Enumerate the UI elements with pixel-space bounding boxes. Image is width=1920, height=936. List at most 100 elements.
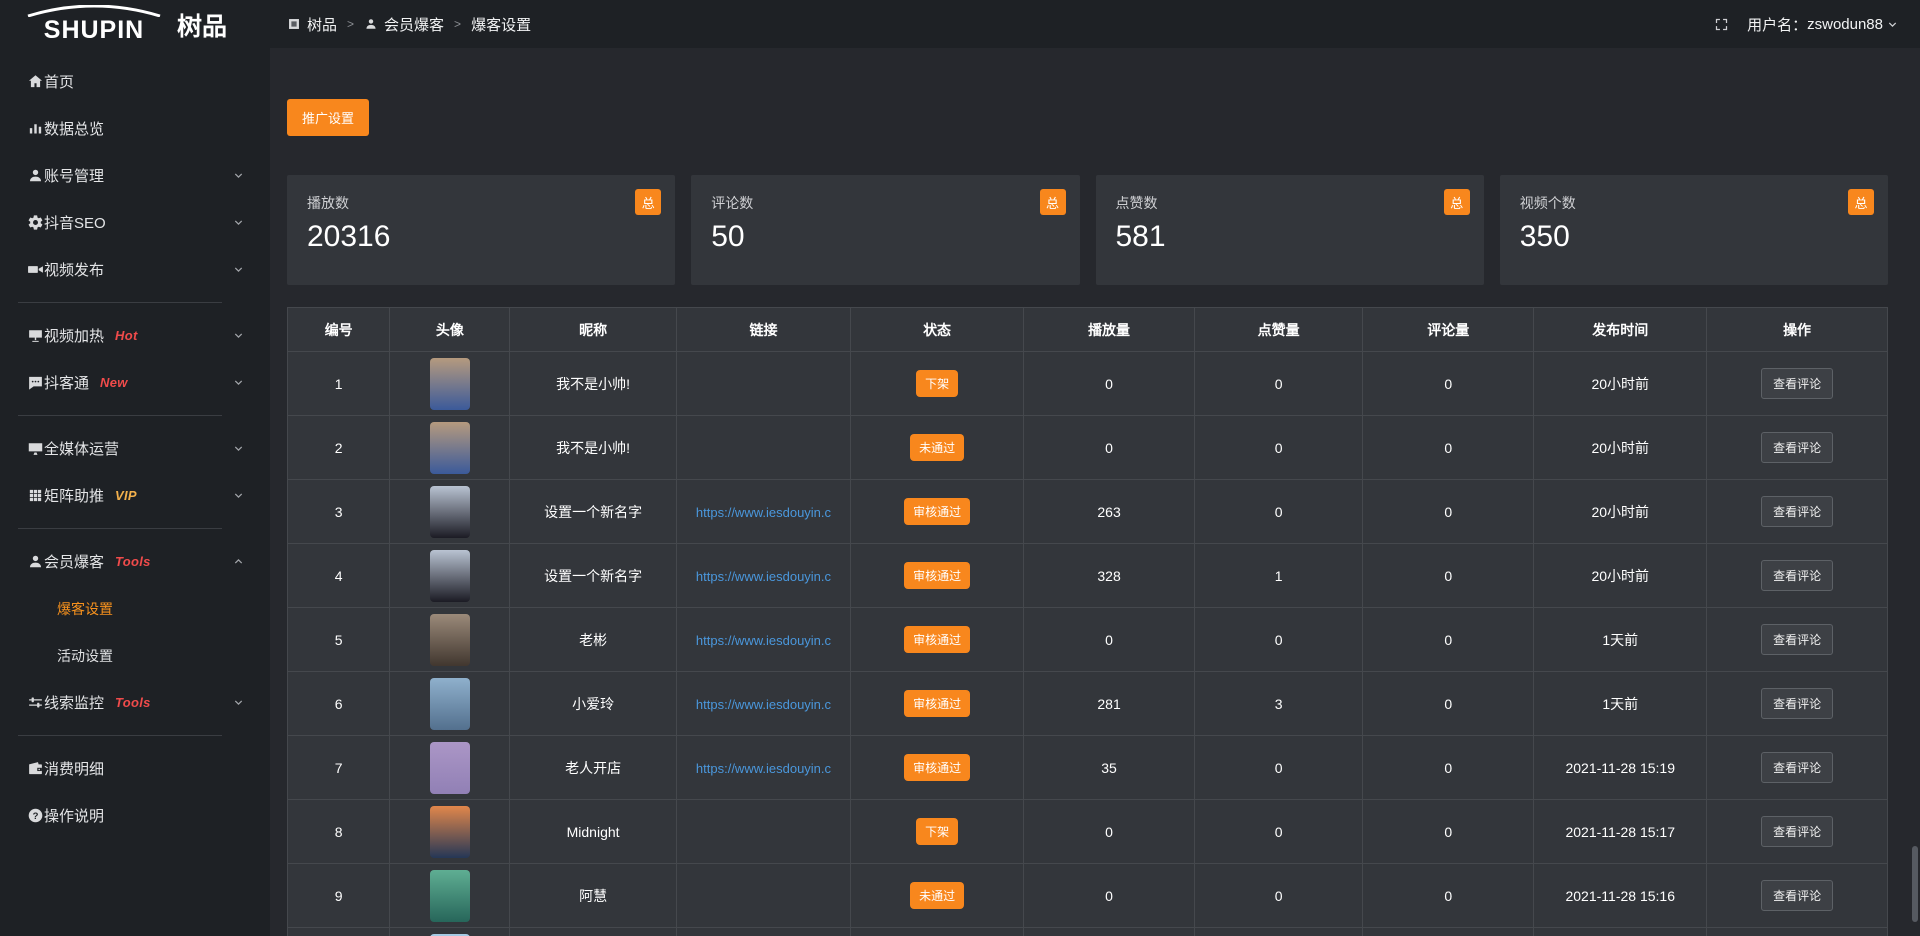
chevron-down-icon [233,170,244,181]
cell-link [676,928,850,936]
cell-plays: 0 [1023,608,1194,672]
breadcrumb-item-1[interactable]: 会员爆客 [364,14,444,35]
sidebar-item-home[interactable]: 首页 [0,58,270,105]
cell-link: https://www.iesdouyin.c [676,608,850,672]
breadcrumb-item-0[interactable]: 树品 [287,14,337,35]
sidebar-item-matrix-boost[interactable]: 矩阵助推VIP [0,472,270,519]
view-comments-button[interactable]: 查看评论 [1761,880,1833,911]
chevron-down-icon [233,217,244,228]
sidebar-item-label: 线索监控 [44,692,104,713]
sidebar-item-douyin-seo[interactable]: 抖音SEO [0,199,270,246]
view-comments-button[interactable]: 查看评论 [1761,624,1833,655]
status-badge: 审核通过 [904,562,970,589]
avatar [430,614,470,666]
sidebar-item-all-media[interactable]: 全媒体运营 [0,425,270,472]
monitor-icon [27,440,44,457]
question-icon: ? [27,807,44,824]
view-comments-button[interactable]: 查看评论 [1761,688,1833,719]
status-badge: 未通过 [910,882,964,909]
cell-id: 1 [288,352,390,416]
cell-link: https://www.iesdouyin.c [676,672,850,736]
cell-action [1707,928,1888,936]
sidebar-item-member-baoke[interactable]: 会员爆客Tools [0,538,270,585]
total-badge: 总 [1040,189,1066,215]
cell-nickname: 老人开店 [510,736,676,800]
cell-likes: 0 [1195,736,1363,800]
sidebar-item-label: 抖音SEO [44,212,106,233]
cell-plays: 328 [1023,544,1194,608]
sidebar-item-label: 矩阵助推 [44,485,104,506]
video-link[interactable]: https://www.iesdouyin.c [696,761,831,776]
view-comments-button[interactable]: 查看评论 [1761,560,1833,591]
scrollbar-thumb[interactable] [1912,846,1918,922]
view-comments-button[interactable]: 查看评论 [1761,816,1833,847]
accounts-table: 编号头像昵称链接状态播放量点赞量评论量发布时间操作 1我不是小帅!下架00020… [287,307,1888,936]
cell-time: 1天前 [1534,608,1707,672]
column-header-2: 昵称 [510,308,676,352]
stat-label: 点赞数 [1116,193,1464,213]
table-row: 6小爱玲https://www.iesdouyin.c审核通过281301天前查… [288,672,1888,736]
cell-status: 审核通过 [851,544,1024,608]
sidebar-item-consume-detail[interactable]: 消费明细 [0,745,270,792]
sidebar-item-tag: Tools [115,695,151,710]
sidebar-item-operation-guide[interactable]: ?操作说明 [0,792,270,839]
sidebar-item-doukotong[interactable]: 抖客通New [0,359,270,406]
sidebar-subitem-activity-settings[interactable]: 活动设置 [0,632,270,679]
cell-nickname: 老彬 [510,608,676,672]
user-dropdown[interactable]: 用户名： zswodun88 [1747,14,1898,35]
cell-likes: 0 [1195,864,1363,928]
view-comments-button[interactable]: 查看评论 [1761,368,1833,399]
sidebar-subitem-baoke-settings[interactable]: 爆客设置 [0,585,270,632]
sidebar-item-video-heat[interactable]: 视频加热Hot [0,312,270,359]
accounts-table-wrap: 编号头像昵称链接状态播放量点赞量评论量发布时间操作 1我不是小帅!下架00020… [287,307,1888,936]
promo-settings-button[interactable]: 推广设置 [287,99,369,136]
view-comments-button[interactable]: 查看评论 [1761,432,1833,463]
cell-plays: 35 [1023,736,1194,800]
cell-link [676,864,850,928]
stat-label: 评论数 [711,193,1059,213]
main-content: 推广设置 播放数20316总评论数50总点赞数581总视频个数350总 编号头像… [270,48,1920,936]
cell-time: 20小时前 [1534,480,1707,544]
view-comments-button[interactable]: 查看评论 [1761,496,1833,527]
video-link[interactable]: https://www.iesdouyin.c [696,569,831,584]
avatar [430,486,470,538]
stat-label: 视频个数 [1520,193,1868,213]
chevron-down-icon [233,264,244,275]
view-comments-button[interactable]: 查看评论 [1761,752,1833,783]
cell-avatar [390,736,510,800]
cell-id: 4 [288,544,390,608]
stat-value: 350 [1520,220,1868,254]
cell-time: 20小时前 [1534,416,1707,480]
cell-comments: 0 [1363,736,1534,800]
cell-status: 审核通过 [851,608,1024,672]
status-badge: 下架 [916,818,958,845]
cell-comments [1363,928,1534,936]
svg-text:?: ? [33,811,39,822]
video-icon [27,261,44,278]
sidebar-item-account-manage[interactable]: 账号管理 [0,152,270,199]
username-value: zswodun88 [1807,16,1883,33]
cell-action: 查看评论 [1707,736,1888,800]
grid-icon [27,487,44,504]
sidebar-item-clue-monitor[interactable]: 线索监控 Tools [0,679,270,726]
video-link[interactable]: https://www.iesdouyin.c [696,697,831,712]
sidebar-item-video-publish[interactable]: 视频发布 [0,246,270,293]
cell-nickname [510,928,676,936]
table-row [288,928,1888,936]
cell-comments: 0 [1363,544,1534,608]
cell-plays: 0 [1023,416,1194,480]
sidebar-item-data-overview[interactable]: 数据总览 [0,105,270,152]
cell-status: 审核通过 [851,672,1024,736]
video-link[interactable]: https://www.iesdouyin.c [696,505,831,520]
cell-likes: 0 [1195,480,1363,544]
video-link[interactable]: https://www.iesdouyin.c [696,633,831,648]
total-badge: 总 [1848,189,1874,215]
cell-status: 未通过 [851,864,1024,928]
avatar [430,742,470,794]
sidebar-item-tag: New [100,375,128,390]
cell-status: 下架 [851,352,1024,416]
username-label: 用户名： [1747,14,1807,35]
fullscreen-icon[interactable] [1714,17,1729,32]
cell-avatar [390,800,510,864]
cell-time: 2021-11-28 15:17 [1534,800,1707,864]
